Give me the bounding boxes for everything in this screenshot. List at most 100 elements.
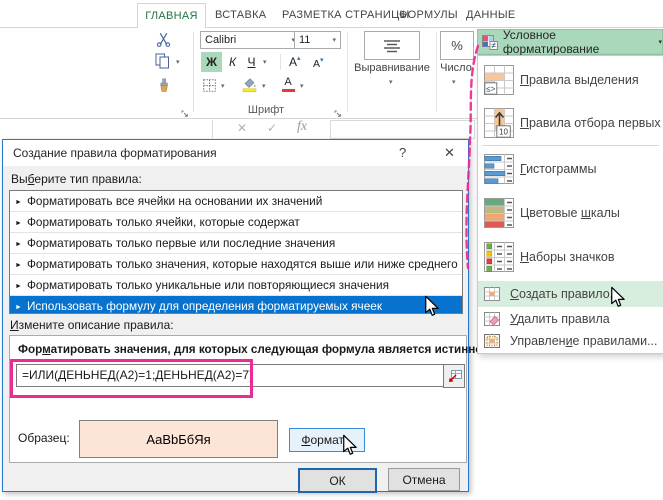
font-name-value: Calibri [205, 34, 237, 46]
group-separator [347, 32, 348, 112]
chevron-down-icon: ▾ [658, 38, 662, 46]
clipboard-dialog-launcher[interactable] [181, 105, 189, 123]
mouse-cursor [611, 286, 625, 307]
underline-dropdown-arrow[interactable]: ▾ [263, 59, 267, 66]
fill-color-dropdown-arrow[interactable]: ▾ [262, 83, 266, 90]
menu-item-label: Гистограммы [520, 162, 596, 176]
rule-type-option[interactable]: ► Форматировать все ячейки на основании и… [10, 191, 462, 212]
label-accel: Н [520, 250, 530, 264]
dialog-titlebar[interactable]: Создание правила форматирования ? ✕ [3, 140, 468, 166]
format-painter-button[interactable] [156, 78, 172, 98]
conditional-formatting-button[interactable]: ≠ Условное форматирование ▾ [477, 28, 663, 56]
tab-page-layout[interactable]: РАЗМЕТКА СТРАНИЦЫ [282, 7, 410, 23]
label-accel: И [10, 318, 19, 332]
sample-preview: АаВbБбЯя [79, 420, 278, 458]
font-name-combo[interactable]: Calibri ▾ [200, 31, 300, 49]
tab-data[interactable]: ДАННЫЕ [466, 7, 516, 23]
shrink-font-letter: А [313, 58, 321, 70]
tab-home[interactable]: ГЛАВНАЯ [137, 3, 206, 28]
rule-type-option[interactable]: ► Форматировать только первые или последн… [10, 233, 462, 254]
select-rule-type-label: Выберите тип правила: [11, 172, 142, 186]
label-text: равила отбора первых [528, 116, 661, 130]
label-text: Управлен [510, 334, 566, 348]
dialog-title: Создание правила форматирования [13, 146, 217, 160]
cut-button[interactable] [156, 31, 171, 52]
borders-button[interactable] [203, 79, 216, 97]
menu-separator [482, 145, 659, 146]
rule-type-option-selected[interactable]: ► Использовать формулу для определения фо… [10, 296, 462, 313]
borders-dropdown-arrow[interactable]: ▾ [221, 83, 225, 90]
alignment-dropdown-arrow[interactable]: ▾ [389, 79, 393, 86]
label-text: калы [590, 206, 620, 220]
font-color-dropdown-arrow[interactable]: ▾ [300, 83, 304, 90]
help-button[interactable]: ? [399, 145, 406, 160]
align-center-icon [384, 39, 400, 52]
cancel-button[interactable]: Отмена [388, 468, 460, 491]
font-size-value: 11 [299, 34, 311, 46]
label-text: Вы [11, 172, 28, 186]
mouse-cursor [425, 295, 439, 316]
menu-item-clear-rules[interactable]: Удалить правила [478, 307, 663, 331]
menu-item-label: Создать правило... [510, 287, 620, 301]
formula-enter-icon[interactable]: ✓ [267, 121, 277, 135]
grow-font-button[interactable]: А▴ [289, 54, 301, 69]
insert-function-icon[interactable]: fx [297, 119, 307, 135]
rule-type-text: Форматировать все ячейки на основании их… [26, 194, 323, 208]
label-text: е правилами... [572, 334, 658, 348]
menu-item-icon-sets[interactable]: Наборы значков [478, 235, 663, 279]
label-accel: С [510, 287, 520, 301]
menu-item-label: Удалить правила [510, 312, 610, 326]
menu-item-label: Цветовые шкалы [520, 206, 620, 220]
tab-insert[interactable]: ВСТАВКА [215, 7, 266, 23]
menu-item-manage-rules[interactable]: Управление правилами... [478, 331, 663, 351]
rule-type-listbox: ► Форматировать все ячейки на основании и… [9, 190, 463, 314]
rule-type-option[interactable]: ► Форматировать только значения, которые … [10, 254, 462, 275]
shrink-font-button[interactable]: А▾ [313, 56, 324, 70]
scissors-icon [156, 32, 171, 47]
ok-button[interactable]: ОК [298, 468, 377, 493]
label-text: Фор [18, 343, 43, 356]
underline-button[interactable]: Ч [243, 52, 260, 72]
font-color-bar [281, 89, 295, 92]
rule-type-option[interactable]: ► Форматировать только уникальные или пов… [10, 275, 462, 296]
rule-type-text: Форматировать только уникальные или повт… [26, 278, 390, 292]
font-color-button[interactable]: А [281, 77, 295, 92]
list-bullet-icon: ► [15, 282, 22, 290]
name-box-border [212, 120, 213, 138]
list-bullet-icon: ► [15, 219, 22, 227]
borders-icon [203, 79, 216, 92]
font-size-combo[interactable]: 11 ▾ [294, 31, 341, 49]
fill-color-icon [242, 78, 257, 93]
label-accel: П [520, 73, 529, 87]
list-bullet-icon: ► [15, 240, 22, 248]
new-formatting-rule-dialog: Создание правила форматирования ? ✕ Выбе… [2, 139, 494, 493]
label-accel: У [510, 312, 517, 326]
menu-item-new-rule[interactable]: Создать правило... [478, 281, 663, 307]
menu-item-data-bars[interactable]: Гистограммы [478, 147, 663, 191]
menu-item-color-scales[interactable]: Цветовые шкалы [478, 191, 663, 235]
group-separator [193, 32, 194, 112]
label-text: далить правила [516, 312, 610, 326]
collapse-range-button[interactable] [443, 364, 465, 388]
font-color-letter: А [284, 76, 292, 88]
fill-color-button[interactable] [242, 77, 257, 98]
label-text: аборы значков [529, 250, 615, 264]
rule-type-text: Форматировать только ячейки, которые сод… [26, 215, 300, 229]
alignment-button[interactable] [364, 31, 420, 60]
rule-type-option[interactable]: ► Форматировать только ячейки, которые со… [10, 212, 462, 233]
italic-button[interactable]: К [224, 52, 241, 72]
formula-caption: Форматировать значения, для которых след… [18, 343, 494, 356]
copy-dropdown-arrow[interactable]: ▾ [176, 59, 180, 66]
label-accel: м [42, 343, 51, 356]
menu-item-label: Управление правилами... [510, 334, 658, 348]
label-accel: ш [580, 206, 591, 220]
copy-button[interactable] [155, 53, 170, 74]
formula-cancel-icon[interactable]: ✕ [237, 121, 247, 135]
label-text: истограммы [526, 162, 597, 176]
menu-item-highlight-cells-rules[interactable]: ≤> Правила выделения [478, 58, 663, 102]
bold-button[interactable]: Ж [201, 52, 222, 72]
rule-type-text: Использовать формулу для определения фор… [26, 299, 382, 313]
menu-item-top-bottom-rules[interactable]: 10 Правила отбора первых [478, 102, 663, 144]
tab-formulas[interactable]: ФОРМУЛЫ [399, 7, 458, 23]
manage-rules-icon [484, 333, 500, 349]
